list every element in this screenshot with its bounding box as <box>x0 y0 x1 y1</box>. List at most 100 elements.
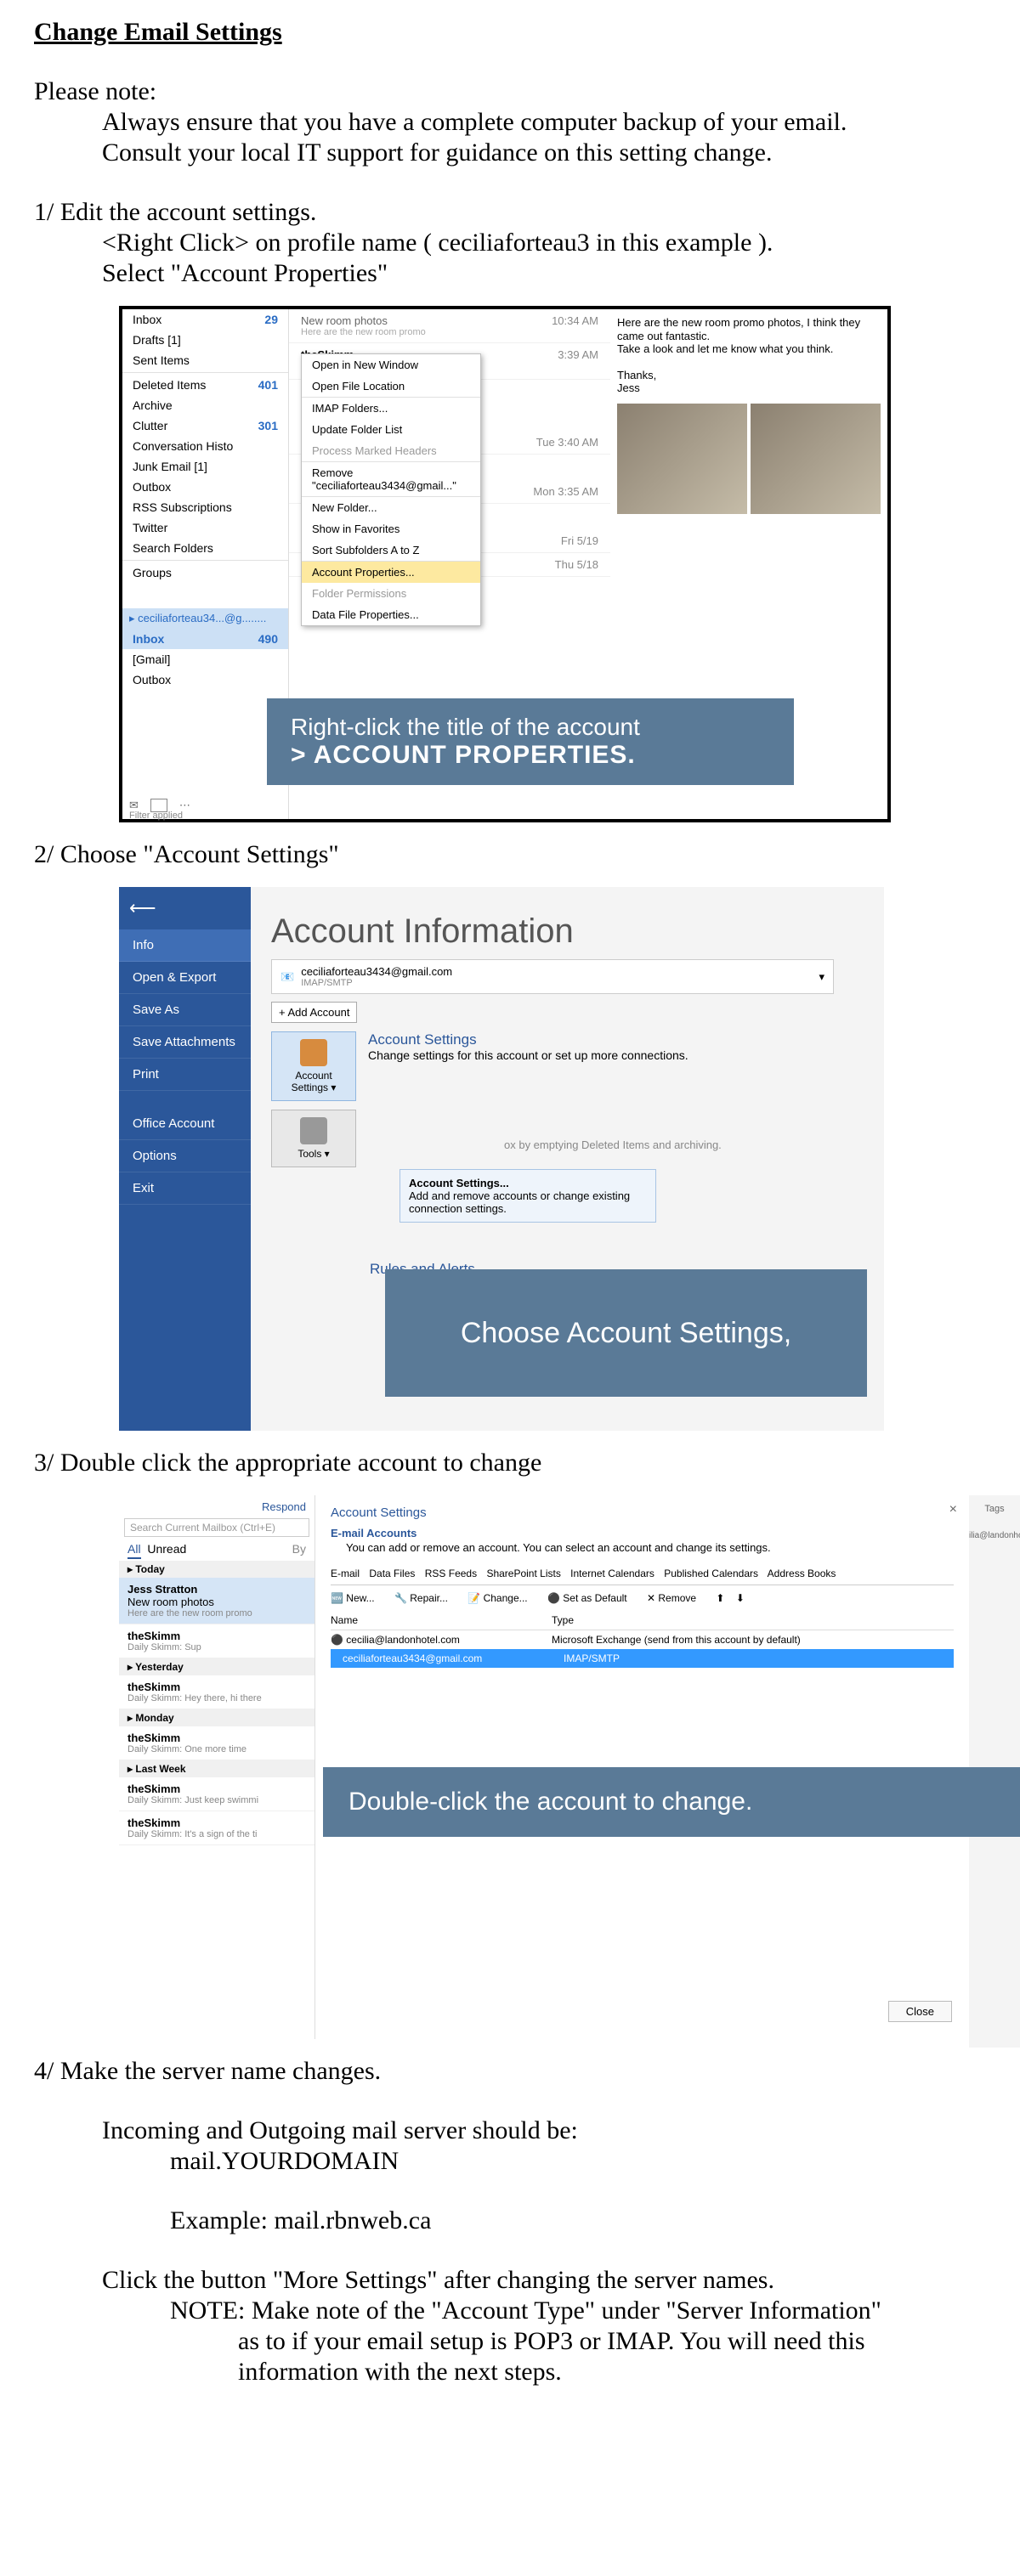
account-settings-tooltip[interactable]: Account Settings... Add and remove accou… <box>400 1169 656 1223</box>
list-item[interactable]: theSkimmDaily Skimm: Just keep swimmi <box>119 1777 314 1811</box>
respond-label: Respond <box>119 1495 314 1518</box>
repair-button[interactable]: 🔧 Repair... <box>394 1592 456 1604</box>
nav-print[interactable]: Print <box>119 1059 251 1091</box>
step4-line5: NOTE: Make note of the "Account Type" un… <box>170 2296 986 2326</box>
step4-heading: 4/ Make the server name changes. <box>34 2056 986 2087</box>
chevron-down-icon: ▾ <box>819 970 824 984</box>
tab-sharepoint[interactable]: SharePoint Lists <box>486 1568 560 1579</box>
menu-update-list[interactable]: Update Folder List <box>302 419 480 440</box>
close-button[interactable]: Close <box>888 2001 952 2022</box>
screenshot-3: Respond Search Current Mailbox (Ctrl+E) … <box>119 1495 969 2039</box>
folder-deleted[interactable]: Deleted Items401 <box>122 375 288 395</box>
tab-pubcal[interactable]: Published Calendars <box>664 1568 758 1579</box>
account-row[interactable]: ⚫ cecilia@landonhotel.comMicrosoft Excha… <box>331 1630 954 1649</box>
tab-rss[interactable]: RSS Feeds <box>425 1568 477 1579</box>
mailbox-hint: ox by emptying Deleted Items and archivi… <box>504 1138 722 1151</box>
account-row-selected[interactable]: ceciliaforteau3434@gmail.comIMAP/SMTP <box>331 1649 954 1668</box>
step1-line2: Select "Account Properties" <box>102 258 986 289</box>
menu-show-favorites[interactable]: Show in Favorites <box>302 518 480 539</box>
account-selector[interactable]: 📧 ceciliaforteau3434@gmail.com IMAP/SMTP… <box>271 959 834 994</box>
screenshot-1: Inbox29 Drafts [1] Sent Items Deleted It… <box>119 306 891 822</box>
step4-line7: information with the next steps. <box>238 2357 986 2387</box>
mail-pane: Respond Search Current Mailbox (Ctrl+E) … <box>119 1495 315 2039</box>
menu-remove-account[interactable]: Remove "ceciliaforteau3434@gmail..." <box>302 462 480 496</box>
move-up-icon[interactable]: ⬆ <box>716 1592 724 1604</box>
folder-gmail[interactable]: [Gmail] <box>122 649 288 669</box>
folder-search[interactable]: Search Folders <box>122 538 288 558</box>
new-button[interactable]: 🆕 New... <box>331 1592 383 1604</box>
folder-outbox[interactable]: Outbox <box>122 477 288 497</box>
menu-sort-subfolders[interactable]: Sort Subfolders A to Z <box>302 539 480 561</box>
menu-open-file[interactable]: Open File Location <box>302 376 480 397</box>
nav-options[interactable]: Options <box>119 1140 251 1172</box>
list-item[interactable]: theSkimmDaily Skimm: Hey there, hi there <box>119 1675 314 1709</box>
folder-outbox2[interactable]: Outbox <box>122 669 288 690</box>
intro-line2: Consult your local IT support for guidan… <box>102 138 986 168</box>
instruction-overlay: Double-click the account to change. <box>323 1767 1020 1837</box>
folder-drafts[interactable]: Drafts [1] <box>122 330 288 350</box>
menu-open-window[interactable]: Open in New Window <box>302 354 480 376</box>
filter-label: Filter applied <box>129 811 183 821</box>
folder-rss[interactable]: RSS Subscriptions <box>122 497 288 517</box>
menu-imap-folders[interactable]: IMAP Folders... <box>302 398 480 419</box>
dialog-tabs: E-mail Data Files RSS Feeds SharePoint L… <box>331 1562 954 1585</box>
list-item[interactable]: theSkimmDaily Skimm: It's a sign of the … <box>119 1811 314 1845</box>
list-item[interactable]: theSkimmDaily Skimm: Sup <box>119 1624 314 1658</box>
account-info-pane: Account Information 📧 ceciliaforteau3434… <box>251 887 884 1431</box>
remove-button[interactable]: ✕ Remove <box>647 1592 705 1604</box>
step1-line1: <Right Click> on profile name ( ceciliaf… <box>102 228 986 258</box>
folder-clutter[interactable]: Clutter301 <box>122 415 288 436</box>
group-today: ▸ Today <box>119 1561 314 1578</box>
tab-addrbook[interactable]: Address Books <box>768 1568 836 1579</box>
menu-datafile-properties[interactable]: Data File Properties... <box>302 604 480 625</box>
context-menu: Open in New Window Open File Location IM… <box>301 353 481 626</box>
menu-new-folder[interactable]: New Folder... <box>302 497 480 518</box>
step1-heading: 1/ Edit the account settings. <box>34 197 986 228</box>
doc-title: Change Email Settings <box>34 17 986 48</box>
tab-datafiles[interactable]: Data Files <box>369 1568 415 1579</box>
tab-email[interactable]: E-mail <box>331 1568 360 1579</box>
folder-inbox[interactable]: Inbox29 <box>122 309 288 330</box>
dialog-subtitle: E-mail Accounts <box>331 1527 954 1539</box>
nav-open-export[interactable]: Open & Export <box>119 962 251 994</box>
nav-office-account[interactable]: Office Account <box>119 1108 251 1140</box>
menu-account-properties[interactable]: Account Properties... <box>302 562 480 583</box>
folder-twitter[interactable]: Twitter <box>122 517 288 538</box>
back-button[interactable]: ⟵ <box>119 887 251 929</box>
gear-icon <box>300 1039 327 1066</box>
nav-save-attachments[interactable]: Save Attachments <box>119 1026 251 1059</box>
list-item[interactable]: theSkimmDaily Skimm: One more time <box>119 1726 314 1760</box>
folder-inbox2[interactable]: Inbox490 <box>122 629 288 649</box>
default-button[interactable]: ⚫ Set as Default <box>547 1592 636 1604</box>
settings-desc: Change settings for this account or set … <box>368 1048 722 1062</box>
groups-label[interactable]: Groups <box>122 562 288 583</box>
tab-unread[interactable]: Unread <box>147 1542 186 1556</box>
message-item[interactable]: New room photosHere are the new room pro… <box>289 309 610 343</box>
col-name: Name <box>331 1614 552 1626</box>
backstage-nav: ⟵ Info Open & Export Save As Save Attach… <box>119 887 251 1431</box>
nav-save-as[interactable]: Save As <box>119 994 251 1026</box>
folder-junk[interactable]: Junk Email [1] <box>122 456 288 477</box>
account-node[interactable]: ▸ ceciliaforteau34...@g........ <box>122 608 288 629</box>
close-icon[interactable]: × <box>949 1502 957 1517</box>
account-settings-button[interactable]: Account Settings ▾ <box>271 1031 356 1101</box>
nav-exit[interactable]: Exit <box>119 1172 251 1205</box>
group-yesterday: ▸ Yesterday <box>119 1658 314 1675</box>
dialog-title: Account Settings <box>331 1505 954 1520</box>
tools-button[interactable]: Tools ▾ <box>271 1110 356 1167</box>
account-info-heading: Account Information <box>271 912 864 951</box>
nav-info[interactable]: Info <box>119 929 251 962</box>
list-item[interactable]: Jess StrattonNew room photosHere are the… <box>119 1578 314 1624</box>
change-button[interactable]: 📝 Change... <box>468 1592 536 1604</box>
tab-ical[interactable]: Internet Calendars <box>570 1568 654 1579</box>
add-account-button[interactable]: + Add Account <box>271 1002 357 1023</box>
move-down-icon[interactable]: ⬇ <box>736 1592 745 1604</box>
dialog-toolbar: 🆕 New... 🔧 Repair... 📝 Change... ⚫ Set a… <box>331 1585 954 1611</box>
folder-archive[interactable]: Archive <box>122 395 288 415</box>
folder-sent[interactable]: Sent Items <box>122 350 288 370</box>
mail-icon: 📧 <box>280 970 294 984</box>
folder-conv[interactable]: Conversation Histo <box>122 436 288 456</box>
dialog-desc: You can add or remove an account. You ca… <box>346 1541 954 1554</box>
search-input[interactable]: Search Current Mailbox (Ctrl+E) <box>124 1518 309 1537</box>
tab-all[interactable]: All <box>128 1542 141 1559</box>
